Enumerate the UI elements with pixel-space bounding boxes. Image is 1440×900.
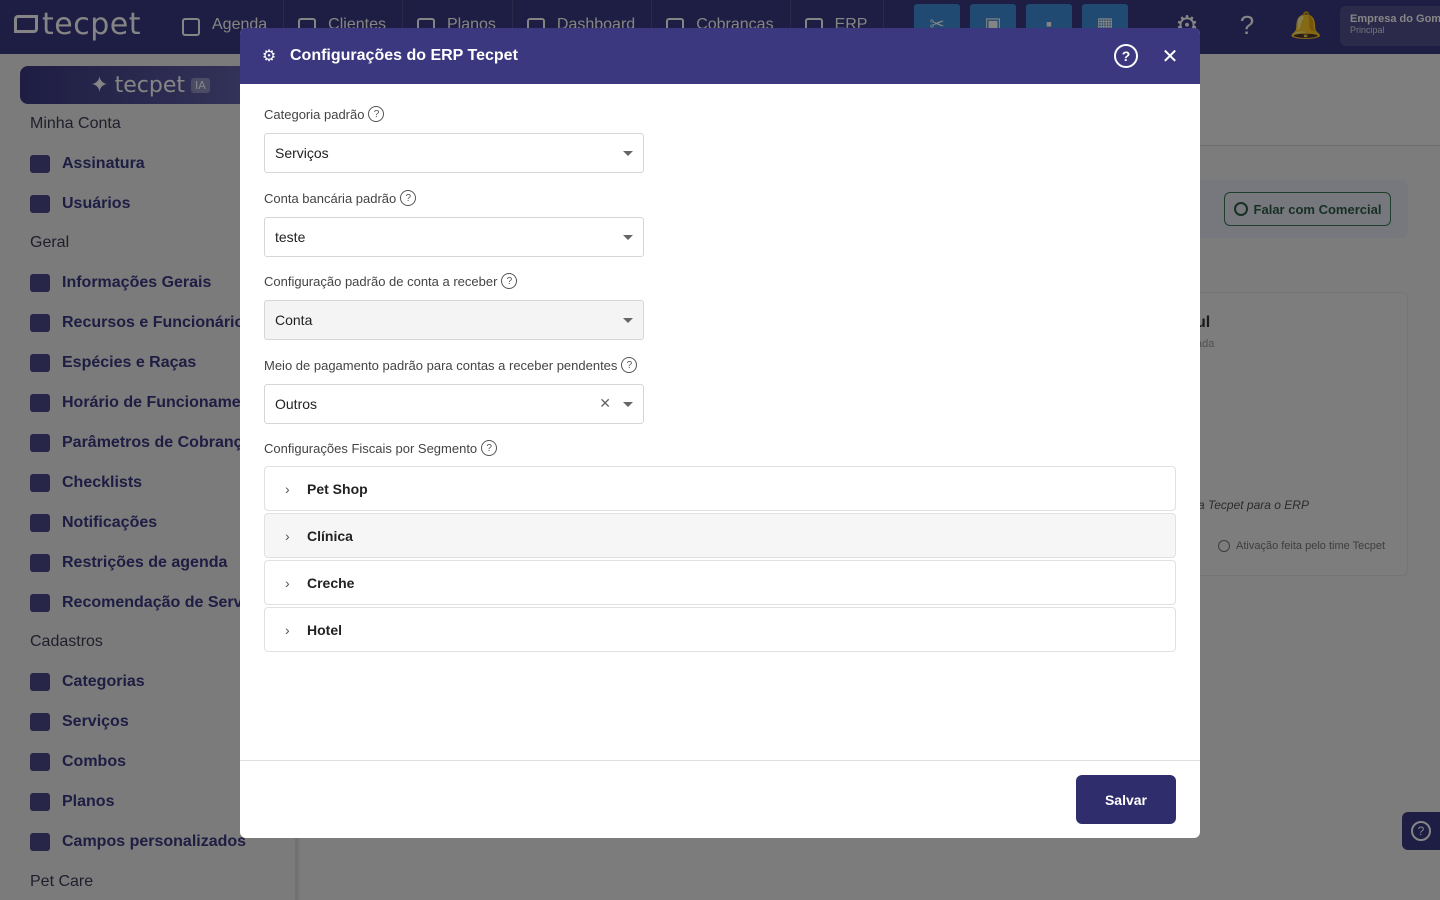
categoria-value: Serviços	[275, 145, 329, 161]
modal-footer-divider	[240, 760, 1200, 761]
meio-pagamento-select[interactable]: Outros ✕	[264, 384, 644, 424]
categoria-label: Categoria padrão	[264, 106, 365, 122]
chevron-down-icon	[623, 318, 633, 323]
conta-receber-select[interactable]: Conta	[264, 300, 644, 340]
field-meio-pagamento: Meio de pagamento padrão para contas a r…	[264, 356, 644, 424]
info-icon[interactable]: ?	[400, 190, 417, 206]
meio-pagamento-value: Outros	[275, 396, 318, 412]
meio-pagamento-label: Meio de pagamento padrão para contas a r…	[264, 357, 618, 373]
field-categoria-padrao: Categoria padrão? Serviços	[264, 105, 644, 173]
chevron-down-icon	[623, 235, 633, 240]
segment-section-label: Configurações Fiscais por Segmento?	[264, 439, 498, 457]
info-icon[interactable]: ?	[481, 440, 498, 456]
chevron-right-icon: ›	[285, 574, 290, 591]
chevron-right-icon: ›	[285, 621, 290, 638]
conta-receber-value: Conta	[275, 312, 313, 328]
conta-bancaria-select[interactable]: teste	[264, 217, 644, 257]
info-icon[interactable]: ?	[621, 357, 638, 373]
field-conta-bancaria: Conta bancária padrão? teste	[264, 189, 644, 257]
categoria-select[interactable]: Serviços	[264, 133, 644, 173]
close-icon[interactable]: ✕	[1160, 44, 1180, 69]
chevron-right-icon: ›	[285, 480, 290, 497]
info-icon[interactable]: ?	[501, 273, 518, 289]
modal-help-icon[interactable]: ?	[1114, 44, 1138, 68]
accordion-hotel[interactable]: › Hotel	[264, 607, 1176, 652]
conta-receber-label: Configuração padrão de conta a receber	[264, 273, 498, 289]
conta-bancaria-label: Conta bancária padrão	[264, 190, 397, 206]
chevron-down-icon	[623, 402, 633, 407]
accordion-clinica[interactable]: › Clínica	[264, 513, 1176, 558]
modal-header: ⚙ Configurações do ERP Tecpet ? ✕	[240, 28, 1200, 84]
chevron-down-icon	[623, 151, 633, 156]
info-icon[interactable]: ?	[368, 106, 385, 122]
field-conta-receber: Configuração padrão de conta a receber? …	[264, 272, 644, 340]
gear-icon: ⚙	[261, 48, 277, 65]
chevron-right-icon: ›	[285, 527, 290, 544]
accordion-pet-shop[interactable]: › Pet Shop	[264, 466, 1176, 511]
erp-settings-modal: ⚙ Configurações do ERP Tecpet ? ✕ Catego…	[240, 28, 1200, 838]
conta-bancaria-value: teste	[275, 229, 306, 245]
modal-title: Configurações do ERP Tecpet	[290, 47, 518, 64]
accordion-creche[interactable]: › Creche	[264, 560, 1176, 605]
save-button[interactable]: Salvar	[1076, 775, 1176, 824]
clear-icon[interactable]: ✕	[599, 395, 611, 412]
